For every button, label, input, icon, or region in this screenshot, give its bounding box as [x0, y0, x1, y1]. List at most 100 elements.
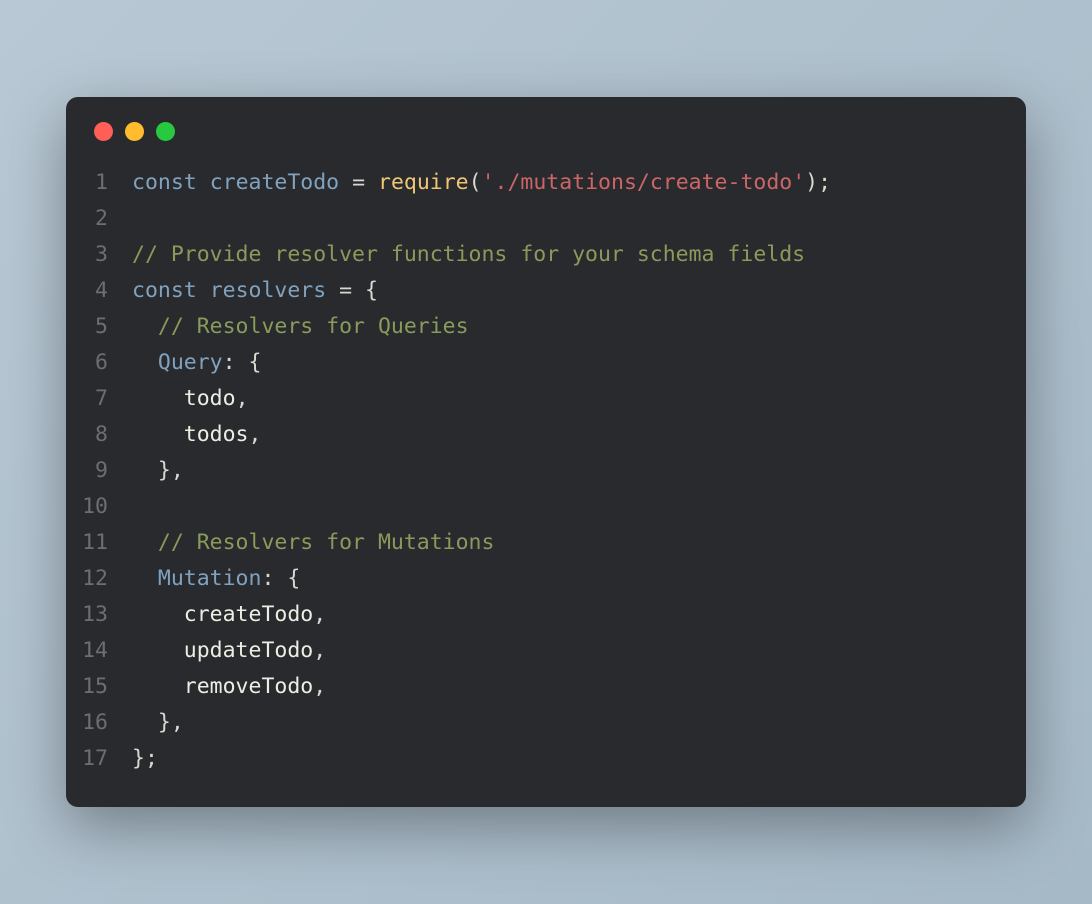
code-token: resolvers: [210, 278, 327, 303]
line-number: 10: [66, 489, 132, 525]
code-token: ,: [249, 422, 262, 447]
code-line[interactable]: 15 removeTodo,: [66, 669, 1026, 705]
code-token: [132, 386, 184, 411]
code-content[interactable]: const resolvers = {: [132, 273, 378, 309]
code-token: },: [132, 710, 184, 735]
code-token: require: [378, 170, 469, 195]
code-line[interactable]: 1const createTodo = require('./mutations…: [66, 165, 1026, 201]
code-content[interactable]: },: [132, 453, 184, 489]
code-token: [132, 422, 184, 447]
line-number: 8: [66, 417, 132, 453]
line-number: 17: [66, 741, 132, 777]
code-token: [326, 278, 339, 303]
code-line[interactable]: 17};: [66, 741, 1026, 777]
code-token: =: [339, 278, 352, 303]
code-editor[interactable]: 1const createTodo = require('./mutations…: [66, 159, 1026, 777]
code-content[interactable]: // Resolvers for Mutations: [132, 525, 494, 561]
code-token: ,: [313, 602, 326, 627]
code-content[interactable]: const createTodo = require('./mutations/…: [132, 165, 831, 201]
line-number: 2: [66, 201, 132, 237]
code-token: };: [132, 746, 158, 771]
code-token: );: [805, 170, 831, 195]
line-number: 1: [66, 165, 132, 201]
code-token: [197, 170, 210, 195]
code-window: 1const createTodo = require('./mutations…: [66, 97, 1026, 807]
code-token: =: [352, 170, 365, 195]
code-token: ,: [313, 638, 326, 663]
code-token: // Provide resolver functions for your s…: [132, 242, 805, 267]
code-content[interactable]: removeTodo,: [132, 669, 326, 705]
code-token: const: [132, 170, 197, 195]
code-token: [132, 314, 158, 339]
code-token: './mutations/create-todo': [482, 170, 806, 195]
code-token: ,: [236, 386, 249, 411]
line-number: 7: [66, 381, 132, 417]
code-token: ,: [313, 674, 326, 699]
code-token: },: [132, 458, 184, 483]
code-content[interactable]: createTodo,: [132, 597, 326, 633]
code-token: {: [352, 278, 378, 303]
code-content[interactable]: Query: {: [132, 345, 261, 381]
minimize-icon[interactable]: [125, 122, 144, 141]
code-token: todo: [184, 386, 236, 411]
code-content[interactable]: todo,: [132, 381, 249, 417]
code-token: : {: [261, 566, 300, 591]
code-line[interactable]: 10: [66, 489, 1026, 525]
code-token: : {: [223, 350, 262, 375]
code-content[interactable]: [132, 489, 145, 525]
code-token: [132, 566, 158, 591]
code-token: (: [469, 170, 482, 195]
code-line[interactable]: 7 todo,: [66, 381, 1026, 417]
code-line[interactable]: 12 Mutation: {: [66, 561, 1026, 597]
code-line[interactable]: 8 todos,: [66, 417, 1026, 453]
code-token: createTodo: [184, 602, 313, 627]
code-line[interactable]: 2: [66, 201, 1026, 237]
code-token: [197, 278, 210, 303]
code-token: removeTodo: [184, 674, 313, 699]
code-line[interactable]: 9 },: [66, 453, 1026, 489]
code-content[interactable]: Mutation: {: [132, 561, 300, 597]
line-number: 3: [66, 237, 132, 273]
code-line[interactable]: 14 updateTodo,: [66, 633, 1026, 669]
line-number: 9: [66, 453, 132, 489]
line-number: 15: [66, 669, 132, 705]
code-token: Query: [158, 350, 223, 375]
code-token: [132, 350, 158, 375]
code-content[interactable]: updateTodo,: [132, 633, 326, 669]
code-token: [365, 170, 378, 195]
code-content[interactable]: },: [132, 705, 184, 741]
code-token: [132, 638, 184, 663]
code-line[interactable]: 11 // Resolvers for Mutations: [66, 525, 1026, 561]
code-token: [132, 674, 184, 699]
code-content[interactable]: todos,: [132, 417, 261, 453]
code-token: // Resolvers for Mutations: [158, 530, 495, 555]
code-line[interactable]: 6 Query: {: [66, 345, 1026, 381]
code-token: todos: [184, 422, 249, 447]
line-number: 14: [66, 633, 132, 669]
line-number: 12: [66, 561, 132, 597]
code-token: const: [132, 278, 197, 303]
code-content[interactable]: [132, 201, 145, 237]
line-number: 6: [66, 345, 132, 381]
code-line[interactable]: 13 createTodo,: [66, 597, 1026, 633]
code-line[interactable]: 16 },: [66, 705, 1026, 741]
code-token: [132, 530, 158, 555]
code-token: Mutation: [158, 566, 262, 591]
code-token: [132, 602, 184, 627]
code-token: createTodo: [210, 170, 339, 195]
close-icon[interactable]: [94, 122, 113, 141]
code-line[interactable]: 5 // Resolvers for Queries: [66, 309, 1026, 345]
code-token: // Resolvers for Queries: [158, 314, 469, 339]
code-content[interactable]: };: [132, 741, 158, 777]
zoom-icon[interactable]: [156, 122, 175, 141]
code-content[interactable]: // Resolvers for Queries: [132, 309, 469, 345]
code-line[interactable]: 3// Provide resolver functions for your …: [66, 237, 1026, 273]
line-number: 16: [66, 705, 132, 741]
code-token: updateTodo: [184, 638, 313, 663]
line-number: 11: [66, 525, 132, 561]
window-titlebar: [66, 97, 1026, 159]
code-content[interactable]: // Provide resolver functions for your s…: [132, 237, 805, 273]
code-line[interactable]: 4const resolvers = {: [66, 273, 1026, 309]
line-number: 4: [66, 273, 132, 309]
code-token: [339, 170, 352, 195]
